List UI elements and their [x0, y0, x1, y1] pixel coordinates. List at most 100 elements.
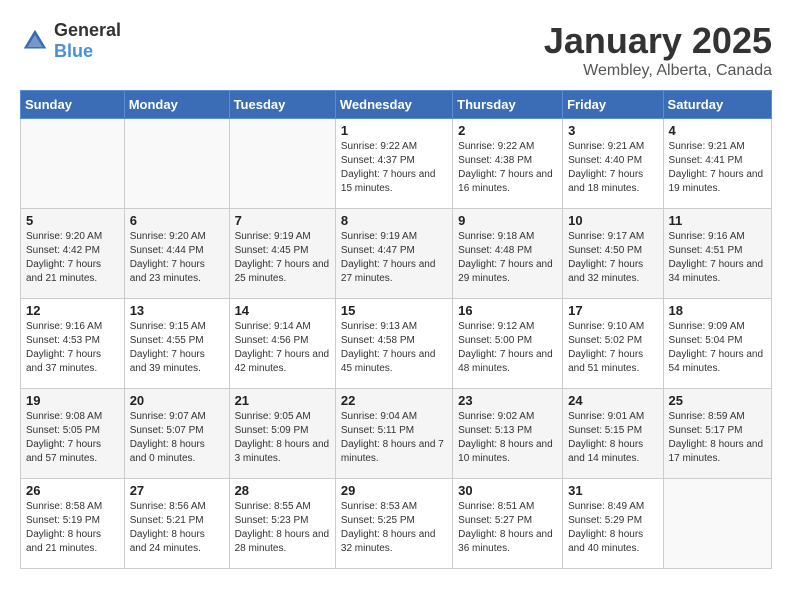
- day-number: 22: [341, 393, 447, 408]
- calendar-cell: 10 Sunrise: 9:17 AM Sunset: 4:50 PM Dayli…: [563, 209, 663, 299]
- day-number: 19: [26, 393, 119, 408]
- day-number: 11: [669, 213, 766, 228]
- day-detail: Sunrise: 9:16 AM Sunset: 4:53 PM Dayligh…: [26, 320, 119, 376]
- calendar-cell: [124, 119, 229, 209]
- day-number: 24: [568, 393, 657, 408]
- logo: General Blue: [20, 20, 121, 62]
- day-number: 2: [458, 123, 557, 138]
- day-number: 4: [669, 123, 766, 138]
- day-detail: Sunrise: 8:53 AM Sunset: 5:25 PM Dayligh…: [341, 500, 447, 556]
- day-detail: Sunrise: 9:16 AM Sunset: 4:51 PM Dayligh…: [669, 230, 766, 286]
- day-detail: Sunrise: 9:22 AM Sunset: 4:37 PM Dayligh…: [341, 140, 447, 196]
- day-detail: Sunrise: 9:09 AM Sunset: 5:04 PM Dayligh…: [669, 320, 766, 376]
- day-number: 12: [26, 303, 119, 318]
- day-detail: Sunrise: 9:21 AM Sunset: 4:40 PM Dayligh…: [568, 140, 657, 196]
- title-area: January 2025 Wembley, Alberta, Canada: [544, 20, 772, 80]
- day-number: 10: [568, 213, 657, 228]
- day-detail: Sunrise: 8:59 AM Sunset: 5:17 PM Dayligh…: [669, 410, 766, 466]
- calendar-cell: [229, 119, 335, 209]
- day-number: 17: [568, 303, 657, 318]
- day-detail: Sunrise: 9:08 AM Sunset: 5:05 PM Dayligh…: [26, 410, 119, 466]
- day-detail: Sunrise: 9:05 AM Sunset: 5:09 PM Dayligh…: [235, 410, 330, 466]
- weekday-header: Friday: [563, 91, 663, 119]
- calendar-body: 1Sunrise: 9:22 AM Sunset: 4:37 PM Daylig…: [21, 119, 772, 569]
- calendar-cell: 1Sunrise: 9:22 AM Sunset: 4:37 PM Daylig…: [335, 119, 452, 209]
- day-detail: Sunrise: 9:01 AM Sunset: 5:15 PM Dayligh…: [568, 410, 657, 466]
- day-number: 27: [130, 483, 224, 498]
- calendar-cell: 19 Sunrise: 9:08 AM Sunset: 5:05 PM Dayli…: [21, 389, 125, 479]
- calendar-cell: 13 Sunrise: 9:15 AM Sunset: 4:55 PM Dayli…: [124, 299, 229, 389]
- day-number: 6: [130, 213, 224, 228]
- day-number: 25: [669, 393, 766, 408]
- day-detail: Sunrise: 9:13 AM Sunset: 4:58 PM Dayligh…: [341, 320, 447, 376]
- day-number: 16: [458, 303, 557, 318]
- day-number: 18: [669, 303, 766, 318]
- day-detail: Sunrise: 9:19 AM Sunset: 4:45 PM Dayligh…: [235, 230, 330, 286]
- day-detail: Sunrise: 9:04 AM Sunset: 5:11 PM Dayligh…: [341, 410, 447, 466]
- calendar-week-row: 19 Sunrise: 9:08 AM Sunset: 5:05 PM Dayli…: [21, 389, 772, 479]
- day-number: 26: [26, 483, 119, 498]
- calendar-header: SundayMondayTuesdayWednesdayThursdayFrid…: [21, 91, 772, 119]
- calendar-cell: 14 Sunrise: 9:14 AM Sunset: 4:56 PM Dayli…: [229, 299, 335, 389]
- calendar-week-row: 26 Sunrise: 8:58 AM Sunset: 5:19 PM Dayli…: [21, 479, 772, 569]
- calendar-cell: 29 Sunrise: 8:53 AM Sunset: 5:25 PM Dayli…: [335, 479, 452, 569]
- day-number: 5: [26, 213, 119, 228]
- weekday-header: Sunday: [21, 91, 125, 119]
- day-detail: Sunrise: 8:51 AM Sunset: 5:27 PM Dayligh…: [458, 500, 557, 556]
- calendar-cell: 8 Sunrise: 9:19 AM Sunset: 4:47 PM Daylig…: [335, 209, 452, 299]
- day-detail: Sunrise: 9:14 AM Sunset: 4:56 PM Dayligh…: [235, 320, 330, 376]
- calendar-cell: 7 Sunrise: 9:19 AM Sunset: 4:45 PM Daylig…: [229, 209, 335, 299]
- day-number: 8: [341, 213, 447, 228]
- logo-blue-text: Blue: [54, 41, 93, 61]
- calendar-cell: 30 Sunrise: 8:51 AM Sunset: 5:27 PM Dayli…: [453, 479, 563, 569]
- day-detail: Sunrise: 9:18 AM Sunset: 4:48 PM Dayligh…: [458, 230, 557, 286]
- day-detail: Sunrise: 9:20 AM Sunset: 4:44 PM Dayligh…: [130, 230, 224, 286]
- day-detail: Sunrise: 8:55 AM Sunset: 5:23 PM Dayligh…: [235, 500, 330, 556]
- day-detail: Sunrise: 8:49 AM Sunset: 5:29 PM Dayligh…: [568, 500, 657, 556]
- day-detail: Sunrise: 9:19 AM Sunset: 4:47 PM Dayligh…: [341, 230, 447, 286]
- calendar-cell: 31Sunrise: 8:49 AM Sunset: 5:29 PM Dayli…: [563, 479, 663, 569]
- calendar-cell: 26 Sunrise: 8:58 AM Sunset: 5:19 PM Dayli…: [21, 479, 125, 569]
- day-detail: Sunrise: 9:07 AM Sunset: 5:07 PM Dayligh…: [130, 410, 224, 466]
- calendar-cell: 11 Sunrise: 9:16 AM Sunset: 4:51 PM Dayli…: [663, 209, 771, 299]
- day-detail: Sunrise: 9:02 AM Sunset: 5:13 PM Dayligh…: [458, 410, 557, 466]
- calendar-cell: 17Sunrise: 9:10 AM Sunset: 5:02 PM Dayli…: [563, 299, 663, 389]
- calendar-cell: 22 Sunrise: 9:04 AM Sunset: 5:11 PM Dayli…: [335, 389, 452, 479]
- day-number: 13: [130, 303, 224, 318]
- day-number: 7: [235, 213, 330, 228]
- day-detail: Sunrise: 9:15 AM Sunset: 4:55 PM Dayligh…: [130, 320, 224, 376]
- calendar-cell: 27 Sunrise: 8:56 AM Sunset: 5:21 PM Dayli…: [124, 479, 229, 569]
- day-detail: Sunrise: 8:56 AM Sunset: 5:21 PM Dayligh…: [130, 500, 224, 556]
- day-number: 20: [130, 393, 224, 408]
- calendar-cell: 28 Sunrise: 8:55 AM Sunset: 5:23 PM Dayli…: [229, 479, 335, 569]
- calendar-cell: 23 Sunrise: 9:02 AM Sunset: 5:13 PM Dayli…: [453, 389, 563, 479]
- calendar-cell: 25 Sunrise: 8:59 AM Sunset: 5:17 PM Dayli…: [663, 389, 771, 479]
- day-number: 28: [235, 483, 330, 498]
- calendar-cell: 4Sunrise: 9:21 AM Sunset: 4:41 PM Daylig…: [663, 119, 771, 209]
- calendar-cell: 5 Sunrise: 9:20 AM Sunset: 4:42 PM Daylig…: [21, 209, 125, 299]
- day-number: 23: [458, 393, 557, 408]
- month-title: January 2025: [544, 20, 772, 62]
- calendar-cell: 16Sunrise: 9:12 AM Sunset: 5:00 PM Dayli…: [453, 299, 563, 389]
- weekday-header: Tuesday: [229, 91, 335, 119]
- day-detail: Sunrise: 9:20 AM Sunset: 4:42 PM Dayligh…: [26, 230, 119, 286]
- calendar-cell: 12 Sunrise: 9:16 AM Sunset: 4:53 PM Dayli…: [21, 299, 125, 389]
- day-number: 21: [235, 393, 330, 408]
- calendar-cell: [663, 479, 771, 569]
- day-detail: Sunrise: 9:17 AM Sunset: 4:50 PM Dayligh…: [568, 230, 657, 286]
- calendar-week-row: 1Sunrise: 9:22 AM Sunset: 4:37 PM Daylig…: [21, 119, 772, 209]
- header: General Blue January 2025 Wembley, Alber…: [20, 20, 772, 80]
- logo-general-text: General: [54, 20, 121, 40]
- calendar-cell: 24 Sunrise: 9:01 AM Sunset: 5:15 PM Dayli…: [563, 389, 663, 479]
- calendar-cell: [21, 119, 125, 209]
- day-number: 29: [341, 483, 447, 498]
- day-number: 3: [568, 123, 657, 138]
- day-number: 30: [458, 483, 557, 498]
- calendar-cell: 3 Sunrise: 9:21 AM Sunset: 4:40 PM Daylig…: [563, 119, 663, 209]
- weekday-header: Saturday: [663, 91, 771, 119]
- location-title: Wembley, Alberta, Canada: [544, 62, 772, 80]
- day-detail: Sunrise: 8:58 AM Sunset: 5:19 PM Dayligh…: [26, 500, 119, 556]
- logo-icon: [20, 26, 50, 56]
- calendar-cell: 15Sunrise: 9:13 AM Sunset: 4:58 PM Dayli…: [335, 299, 452, 389]
- day-number: 14: [235, 303, 330, 318]
